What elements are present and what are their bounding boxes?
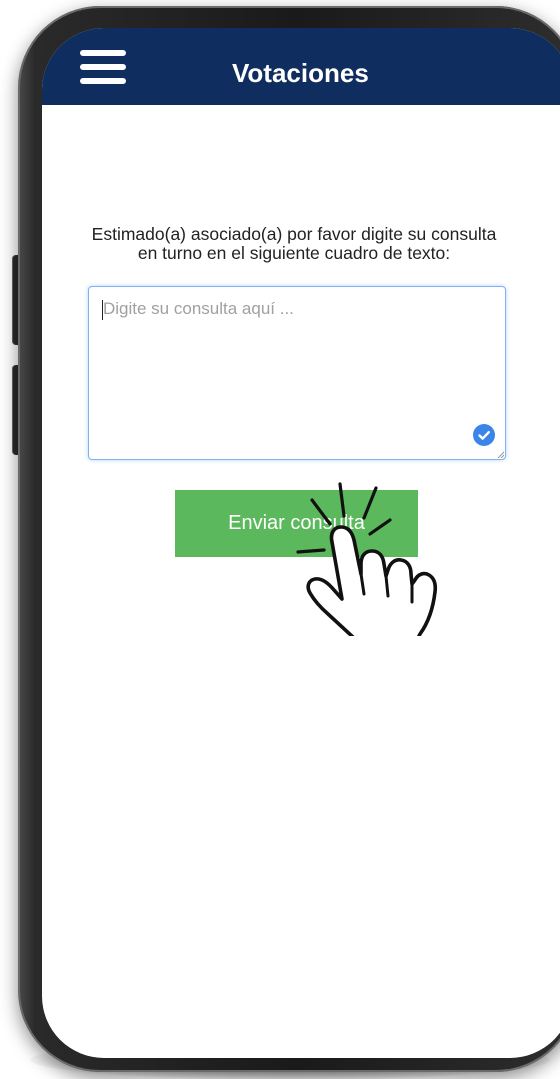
query-field[interactable] [88,286,506,460]
hamburger-menu-icon[interactable] [80,50,126,84]
app-header: Votaciones [42,28,560,105]
page-title: Votaciones [232,58,369,88]
phone-screen: Votaciones Estimado(a) asociado(a) por f… [42,28,560,1058]
send-query-button[interactable]: Enviar consulta [175,490,418,557]
instruction-text: Estimado(a) asociado(a) por favor digite… [91,224,497,263]
stage: Votaciones Estimado(a) asociado(a) por f… [0,0,560,1079]
resize-handle-icon[interactable] [497,451,504,458]
menu-bar [80,50,126,56]
menu-bar [80,64,126,70]
query-input[interactable] [103,299,483,419]
check-circle-icon [473,424,495,446]
menu-bar [80,78,126,84]
